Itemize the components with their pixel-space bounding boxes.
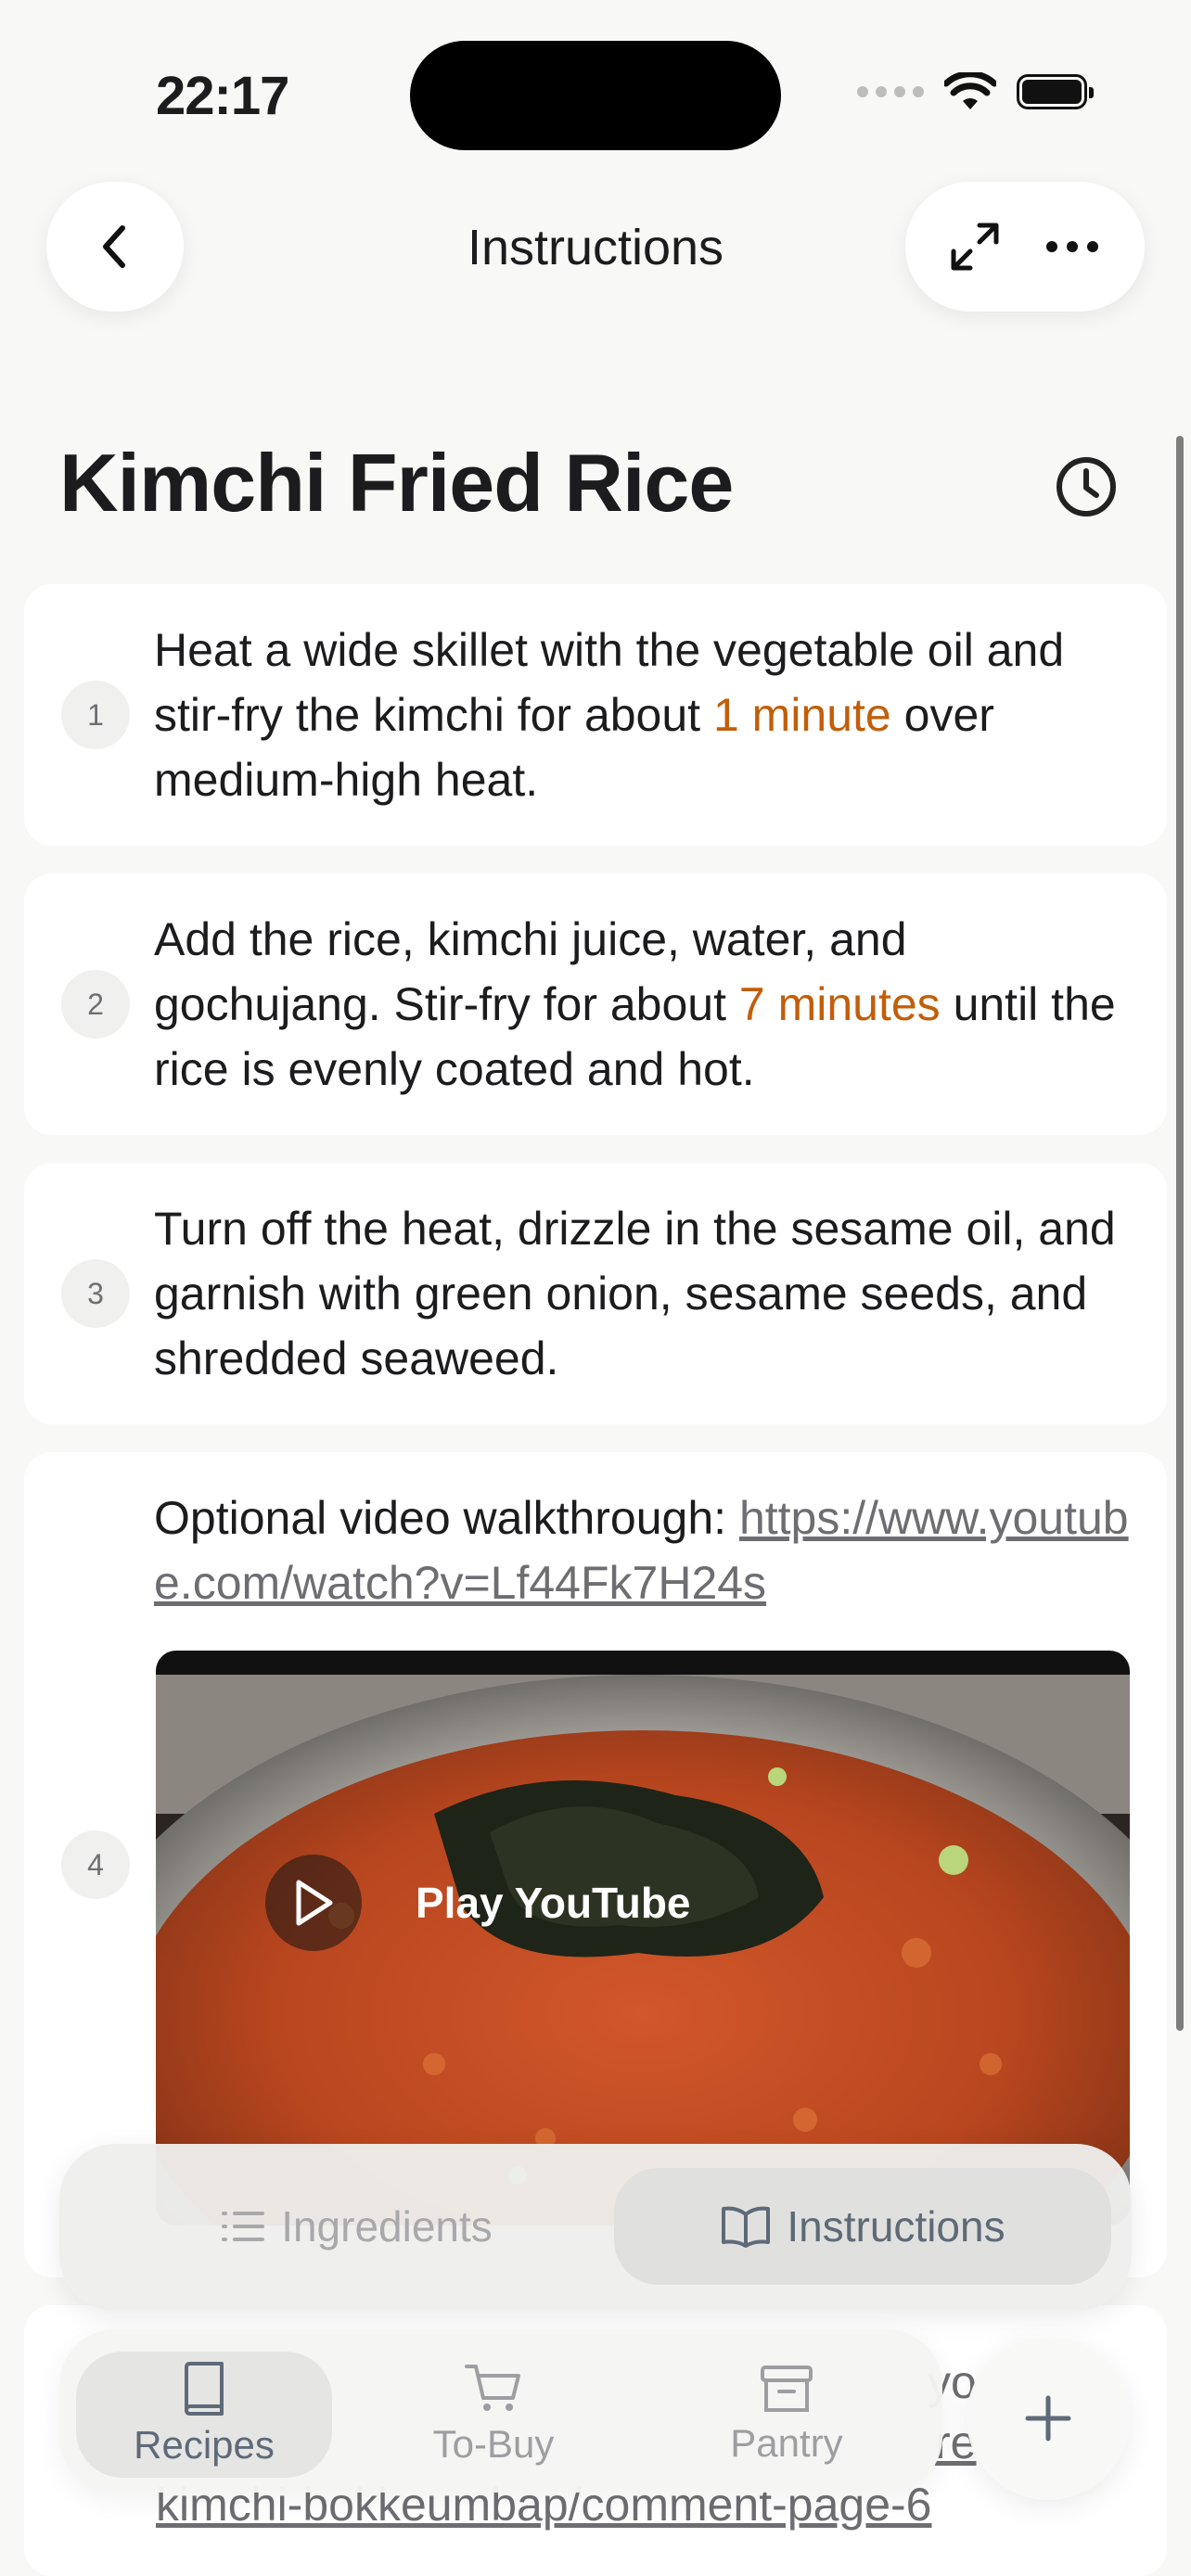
clock-icon[interactable] [1054,454,1119,519]
tab-pantry[interactable]: Pantry [659,2352,915,2478]
list-icon [222,2212,265,2241]
archive-box-icon [761,2366,813,2412]
step-number: 4 [61,1830,130,1899]
step-number: 1 [61,681,130,749]
step-text: Optional video walkthrough: https://www.… [154,1492,1129,1609]
nav-actions [905,182,1145,312]
status-time: 22:17 [156,66,289,126]
book-open-icon [722,2206,771,2248]
play-button[interactable] [265,1855,362,1951]
play-youtube-label: Play YouTube [416,1879,691,1927]
step-card-3: 3 Turn off the heat, drizzle in the sesa… [24,1163,1167,1424]
step-number: 2 [61,970,130,1039]
step-text: Turn off the heat, drizzle in the sesame… [154,1203,1116,1384]
segment-ingredients[interactable]: Ingredients [124,2168,588,2285]
scrollbar[interactable] [1176,436,1184,2031]
step-number: 3 [61,1259,130,1328]
play-icon [296,1880,333,1926]
cart-icon [465,2365,520,2411]
timer-highlight[interactable]: 7 minutes [739,978,941,1030]
plus-icon [1025,2395,1071,2442]
step-card-2: 2 Add the rice, kimchi juice, water, and… [24,874,1167,1135]
wifi-icon [944,72,996,109]
expand-icon[interactable] [950,222,1000,272]
recipe-title: Kimchi Fried Rice [59,437,734,529]
battery-icon [1017,74,1094,109]
add-button[interactable] [967,2337,1130,2500]
segment-instructions[interactable]: Instructions [614,2168,1111,2285]
play-youtube-button[interactable]: Play YouTube [265,1855,729,1951]
step-card-1: 1 Heat a wide skillet with the vegetable… [24,584,1167,846]
status-icons [857,72,1094,111]
tab-bar: Recipes To-Buy Pantry [59,2329,942,2493]
step-text: Heat a wide skillet with the vegetable o… [154,624,1065,806]
timer-highlight[interactable]: 1 minute [713,689,891,741]
step-text: Add the rice, kimchi juice, water, and g… [154,913,1116,1095]
book-icon [185,2362,224,2416]
view-segmented-control: Ingredients Instructions [59,2144,1132,2311]
tab-to-buy[interactable]: To-Buy [365,2352,621,2478]
cellular-signal-icon [857,86,924,97]
dynamic-island [410,41,781,150]
more-icon[interactable] [1044,239,1100,254]
tab-recipes[interactable]: Recipes [76,2352,332,2478]
